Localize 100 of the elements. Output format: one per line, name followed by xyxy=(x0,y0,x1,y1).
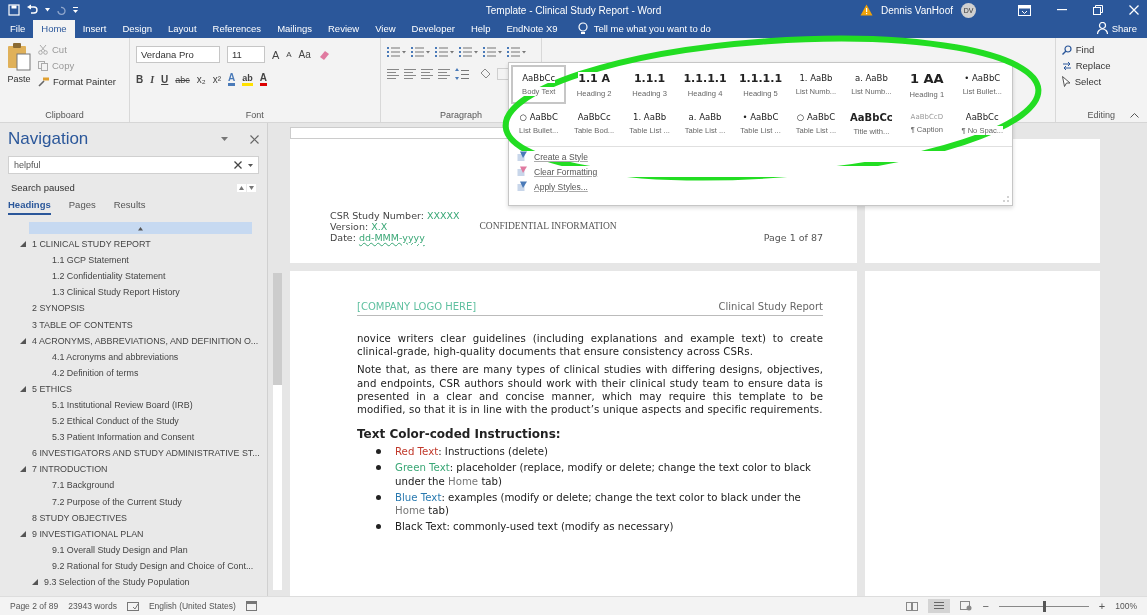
bullets-icon[interactable] xyxy=(386,46,407,58)
ribbon-tab[interactable]: Help xyxy=(462,20,499,38)
resize-grip-icon[interactable] xyxy=(1003,196,1009,202)
ribbon-tab[interactable]: EndNote X9 xyxy=(498,20,566,38)
ribbon-tab[interactable]: Home xyxy=(33,20,75,38)
minimize-icon[interactable] xyxy=(1057,9,1067,11)
expand-triangle-icon[interactable] xyxy=(20,466,26,473)
macro-icon[interactable] xyxy=(245,601,257,611)
zoom-in-button[interactable]: + xyxy=(1098,600,1106,612)
heading-item[interactable]: 7.1 Background xyxy=(52,480,115,491)
format-button[interactable]: I xyxy=(150,74,155,85)
editing-command[interactable]: Replace xyxy=(1061,60,1141,71)
heading-item[interactable]: 2 SYNOPSIS xyxy=(32,303,85,314)
search-field[interactable]: helpful xyxy=(8,156,259,174)
clear-search-icon[interactable] xyxy=(234,161,242,169)
heading-item[interactable]: 9.3 Selection of the Study Population xyxy=(44,577,190,587)
ribbon-tab[interactable]: Developer xyxy=(403,20,463,38)
dropdown-caret-icon[interactable] xyxy=(248,163,253,167)
heading-item[interactable]: 1 CLINICAL STUDY REPORT xyxy=(32,239,151,250)
share-button[interactable]: Share xyxy=(1086,22,1147,38)
heading-item[interactable]: 1.2 Confidentiality Statement xyxy=(52,271,166,282)
heading-item[interactable]: 3 TABLE OF CONTENTS xyxy=(32,319,133,330)
previous-result-icon[interactable] xyxy=(237,183,246,192)
font-family-dropdown[interactable]: Verdana Pro xyxy=(135,46,220,63)
ribbon-tab[interactable]: File xyxy=(2,20,34,38)
editing-command[interactable]: Find xyxy=(1061,44,1141,55)
grow-font-button[interactable]: A xyxy=(271,48,280,61)
align-left-icon[interactable] xyxy=(386,68,400,80)
warning-icon[interactable] xyxy=(859,4,873,16)
ribbon-tab[interactable]: Mailings xyxy=(269,20,320,38)
format-button[interactable]: x₂ xyxy=(196,74,206,85)
restore-icon[interactable] xyxy=(1093,5,1103,15)
font-size-dropdown[interactable]: 11 xyxy=(226,46,265,63)
format-button[interactable]: abc xyxy=(175,74,190,85)
pane-options-icon[interactable] xyxy=(221,137,228,141)
heading-item[interactable]: 4 ACRONYMS, ABBREVIATIONS, AND DEFINITION O... xyxy=(32,335,259,346)
expand-triangle-icon[interactable] xyxy=(20,241,26,248)
dropdown-caret-icon[interactable] xyxy=(45,8,50,12)
proofing-icon[interactable] xyxy=(126,601,139,611)
change-case-button[interactable]: Aa xyxy=(298,49,311,60)
heading-item[interactable]: 1.1 GCP Statement xyxy=(52,255,129,266)
web-layout-icon[interactable] xyxy=(960,601,973,611)
format-button[interactable]: x² xyxy=(212,74,222,85)
next-result-icon[interactable] xyxy=(247,183,256,192)
lightbulb-icon[interactable] xyxy=(577,22,588,35)
format-button[interactable]: B xyxy=(135,74,144,85)
heading-item[interactable]: 9.2 Rational for Study Design and Choice of Cont... xyxy=(52,560,254,571)
shading-icon[interactable] xyxy=(478,68,493,80)
expand-triangle-icon[interactable] xyxy=(32,579,38,585)
zoom-level[interactable]: 100% xyxy=(1115,601,1137,611)
gallery-menu-item[interactable]: Clear Formatting xyxy=(517,166,1012,177)
ribbon-tab[interactable]: Insert xyxy=(74,20,115,38)
multilevel-list-icon[interactable] xyxy=(434,46,455,58)
color-button[interactable]: A xyxy=(228,73,236,86)
heading-item[interactable]: 7 INTRODUCTION xyxy=(32,464,108,475)
align-right-icon[interactable] xyxy=(420,68,434,80)
sort-icon[interactable] xyxy=(506,46,527,58)
gallery-menu-item[interactable]: Create a Style xyxy=(517,151,1012,162)
ribbon-tab[interactable]: References xyxy=(204,20,270,38)
clipboard-command[interactable]: Format Painter xyxy=(38,76,116,87)
expand-triangle-icon[interactable] xyxy=(20,385,26,392)
heading-item[interactable]: 5 ETHICS xyxy=(32,383,72,394)
collapse-ribbon-icon[interactable] xyxy=(1130,113,1139,118)
zoom-slider-thumb[interactable] xyxy=(1042,600,1046,612)
heading-item[interactable]: 8 STUDY OBJECTIVES xyxy=(32,512,128,523)
heading-item[interactable]: 9.1 Overall Study Design and Plan xyxy=(52,544,188,555)
editing-command[interactable]: Select xyxy=(1061,76,1141,87)
pane-tab[interactable]: Pages xyxy=(68,197,96,215)
heading-item[interactable]: 5.1 Institutional Review Board (IRB) xyxy=(52,400,193,410)
save-icon[interactable] xyxy=(8,4,20,16)
paste-button[interactable]: Paste xyxy=(6,42,32,110)
ribbon-tab[interactable]: Design xyxy=(114,20,160,38)
decrease-indent-icon[interactable] xyxy=(458,46,479,58)
close-icon[interactable] xyxy=(250,134,259,144)
expand-triangle-icon[interactable] xyxy=(20,530,26,537)
heading-item[interactable]: 9 INVESTIGATIONAL PLAN xyxy=(32,528,144,539)
page-count[interactable]: Page 2 of 89 xyxy=(10,601,59,611)
customize-toolbar-icon[interactable] xyxy=(73,7,78,13)
scroll-up-icon[interactable] xyxy=(138,225,143,231)
heading-item[interactable]: 5.2 Ethical Conduct of the Study xyxy=(52,416,179,427)
color-button[interactable]: ab xyxy=(242,73,253,86)
read-mode-icon[interactable] xyxy=(906,601,919,611)
ribbon-tab[interactable]: Review xyxy=(320,20,368,38)
heading-item[interactable]: 4.1 Acronyms and abbreviations xyxy=(52,351,179,362)
zoom-out-button[interactable]: − xyxy=(982,600,989,612)
format-button[interactable]: U xyxy=(161,74,169,85)
ribbon-display-icon[interactable] xyxy=(1018,4,1031,16)
eraser-icon[interactable] xyxy=(317,48,330,61)
expand-triangle-icon[interactable] xyxy=(20,337,26,344)
gallery-menu-item[interactable]: Apply Styles... xyxy=(517,181,1012,192)
justify-icon[interactable] xyxy=(437,68,451,80)
user-name[interactable]: Dennis VanHoof xyxy=(880,4,953,16)
pane-tab[interactable]: Results xyxy=(113,197,146,215)
heading-item[interactable]: 1.3 Clinical Study Report History xyxy=(52,287,180,298)
ribbon-tab[interactable]: Layout xyxy=(160,20,205,38)
undo-icon[interactable] xyxy=(26,4,39,16)
pane-tab[interactable]: Headings xyxy=(8,197,51,215)
numbering-icon[interactable] xyxy=(410,46,431,58)
shrink-font-button[interactable]: A xyxy=(286,50,292,59)
ribbon-tab[interactable]: View xyxy=(367,20,404,38)
